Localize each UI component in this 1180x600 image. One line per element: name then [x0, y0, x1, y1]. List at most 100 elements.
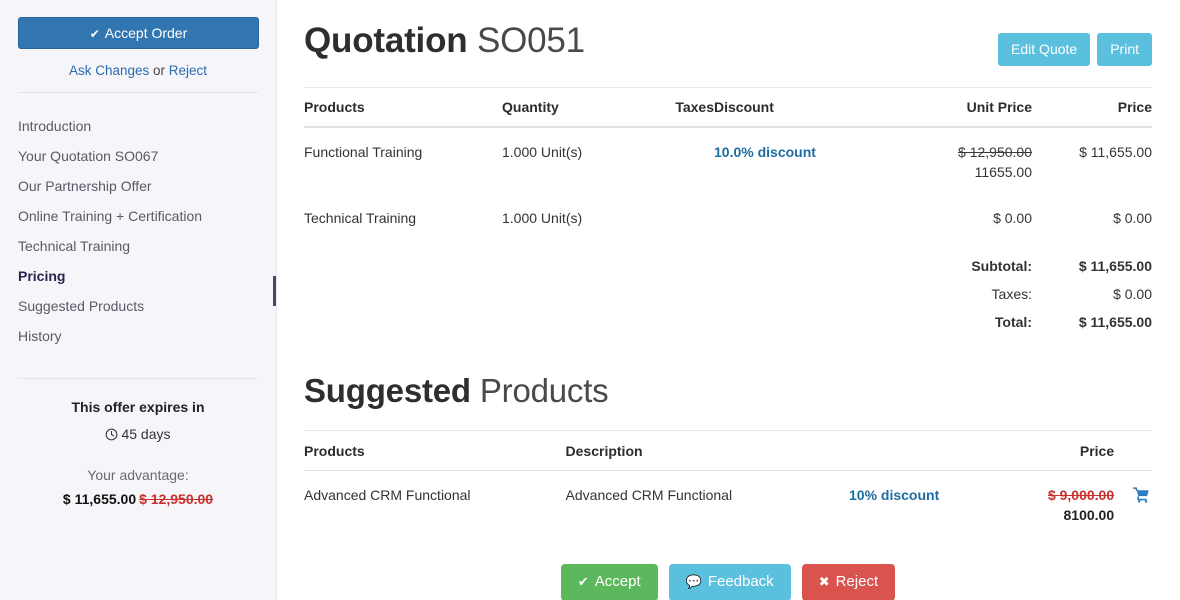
comment-icon: 💬: [686, 574, 702, 589]
suggested-discount[interactable]: 10% discount: [849, 471, 1048, 536]
order-product-name: Technical Training: [304, 194, 502, 240]
order-quantity: 1.000 Unit(s): [502, 127, 632, 194]
expires-countdown: 45 days: [0, 426, 276, 444]
suggested-title-bold: Suggested: [304, 372, 471, 409]
totals-label: Total:: [904, 308, 1032, 336]
order-line-price: $ 0.00: [1032, 194, 1152, 240]
order-discount[interactable]: 10.0% discount: [714, 127, 904, 194]
expires-title: This offer expires in: [0, 399, 276, 415]
page-title-bold: Quotation: [304, 21, 467, 60]
col-header-price: Price: [1032, 88, 1152, 127]
clock-icon: [105, 428, 118, 444]
accept-order-button[interactable]: ✔Accept Order: [18, 17, 259, 49]
reject-button-label: Reject: [836, 573, 879, 590]
sugg-col-header-price: Price: [1048, 431, 1114, 471]
suggested-product-name: Advanced CRM Functional: [304, 471, 566, 536]
order-lines-table: Products Quantity Taxes Discount Unit Pr…: [304, 88, 1152, 336]
shopping-cart-icon[interactable]: [1133, 487, 1150, 506]
sidebar-item-history[interactable]: History: [0, 321, 276, 351]
footer-action-buttons: ✔ Accept 💬 Feedback ✖Reject: [304, 564, 1152, 600]
feedback-button[interactable]: 💬 Feedback: [669, 564, 791, 600]
sugg-col-header-cart: [1114, 431, 1152, 471]
sidebar-item-your-quotation-so067[interactable]: Your Quotation SO067: [0, 141, 276, 171]
unit-price-original: $ 12,950.00: [958, 144, 1032, 160]
sidebar: ✔Accept Order Ask Changes or Reject Intr…: [0, 0, 277, 600]
sidebar-actions: ✔Accept Order Ask Changes or Reject: [0, 0, 276, 78]
suggested-products-title: Suggested Products: [304, 373, 1152, 409]
advantage-new-price: $ 11,655.00: [63, 491, 136, 507]
page-title: Quotation SO051: [304, 22, 585, 61]
suggested-table-head: Products Description Price: [304, 431, 1152, 471]
main-content: Quotation SO051 Edit Quote Print Product…: [277, 0, 1180, 600]
secondary-actions: Ask Changes or Reject: [18, 63, 258, 78]
expires-days-label: 45 days: [121, 426, 170, 442]
totals-row: Subtotal:$ 11,655.00: [304, 240, 1152, 280]
feedback-button-label: Feedback: [708, 573, 774, 590]
order-unit-price: $ 12,950.0011655.00: [904, 127, 1032, 194]
suggested-price-discounted: 8100.00: [1048, 507, 1114, 523]
add-to-cart-cell[interactable]: [1114, 471, 1152, 536]
page-header: Quotation SO051 Edit Quote Print: [304, 0, 1152, 66]
order-taxes: [632, 194, 714, 240]
suggested-description: Advanced CRM Functional: [566, 471, 849, 536]
header-actions: Edit Quote Print: [998, 22, 1152, 66]
sidebar-item-technical-training[interactable]: Technical Training: [0, 231, 276, 261]
table-row: Technical Training1.000 Unit(s) $ 0.00$ 0…: [304, 194, 1152, 240]
active-nav-indicator: [273, 276, 276, 306]
order-table-head: Products Quantity Taxes Discount Unit Pr…: [304, 88, 1152, 127]
reject-button[interactable]: ✖Reject: [802, 564, 895, 600]
col-header-discount: Discount: [714, 88, 904, 127]
or-separator: or: [153, 63, 165, 78]
suggested-title-light: Products: [480, 372, 609, 409]
totals-spacer: [304, 240, 904, 280]
totals-value: $ 11,655.00: [1032, 240, 1152, 280]
advantage-values: $ 11,655.00$ 12,950.00: [0, 491, 276, 507]
quotation-portal-page: ✔Accept Order Ask Changes or Reject Intr…: [0, 0, 1180, 600]
order-quantity: 1.000 Unit(s): [502, 194, 632, 240]
totals-spacer: [304, 308, 904, 336]
order-unit-price: $ 0.00: [904, 194, 1032, 240]
suggested-discount-link[interactable]: 10% discount: [849, 487, 939, 503]
ask-changes-link[interactable]: Ask Changes: [69, 63, 149, 78]
order-table-body: Functional Training1.000 Unit(s) 10.0% di…: [304, 127, 1152, 336]
accept-button-label: Accept: [595, 573, 641, 590]
sugg-col-header-description: Description: [566, 431, 849, 471]
suggested-price-original: $ 9,000.00: [1048, 487, 1114, 503]
col-header-products: Products: [304, 88, 502, 127]
page-title-reference: SO051: [477, 21, 585, 60]
table-row: Advanced CRM FunctionalAdvanced CRM Func…: [304, 471, 1152, 536]
suggested-header-row: Products Description Price: [304, 431, 1152, 471]
col-header-quantity: Quantity: [502, 88, 632, 127]
totals-label: Subtotal:: [904, 240, 1032, 280]
suggested-products-table: Products Description Price Advanced CRM …: [304, 431, 1152, 535]
print-button[interactable]: Print: [1097, 33, 1152, 66]
sidebar-item-suggested-products[interactable]: Suggested Products: [0, 291, 276, 321]
totals-row: Taxes:$ 0.00: [304, 280, 1152, 308]
totals-value: $ 11,655.00: [1032, 308, 1152, 336]
sidebar-item-online-training-certification[interactable]: Online Training + Certification: [0, 201, 276, 231]
sidebar-nav: IntroductionYour Quotation SO067Our Part…: [0, 93, 276, 351]
reject-link[interactable]: Reject: [169, 63, 207, 78]
edit-quote-button[interactable]: Edit Quote: [998, 33, 1090, 66]
sugg-col-header-spacer: [849, 431, 1048, 471]
sidebar-item-introduction[interactable]: Introduction: [0, 111, 276, 141]
order-header-row: Products Quantity Taxes Discount Unit Pr…: [304, 88, 1152, 127]
totals-value: $ 0.00: [1032, 280, 1152, 308]
discount-link[interactable]: 10.0% discount: [714, 144, 816, 160]
order-taxes: [632, 127, 714, 194]
order-line-price: $ 11,655.00: [1032, 127, 1152, 194]
totals-spacer: [304, 280, 904, 308]
suggested-price: $ 9,000.00 8100.00: [1048, 471, 1114, 536]
order-product-name: Functional Training: [304, 127, 502, 194]
sidebar-item-our-partnership-offer[interactable]: Our Partnership Offer: [0, 171, 276, 201]
table-row: Functional Training1.000 Unit(s) 10.0% di…: [304, 127, 1152, 194]
accept-order-label: Accept Order: [105, 25, 187, 41]
offer-expiry-block: This offer expires in 45 days Your advan…: [0, 379, 276, 507]
col-header-taxes: Taxes: [632, 88, 714, 127]
col-header-unit-price: Unit Price: [904, 88, 1032, 127]
sidebar-item-pricing[interactable]: Pricing: [0, 261, 276, 291]
totals-row: Total:$ 11,655.00: [304, 308, 1152, 336]
accept-button[interactable]: ✔ Accept: [561, 564, 658, 600]
totals-label: Taxes:: [904, 280, 1032, 308]
check-icon: ✔: [578, 574, 589, 589]
